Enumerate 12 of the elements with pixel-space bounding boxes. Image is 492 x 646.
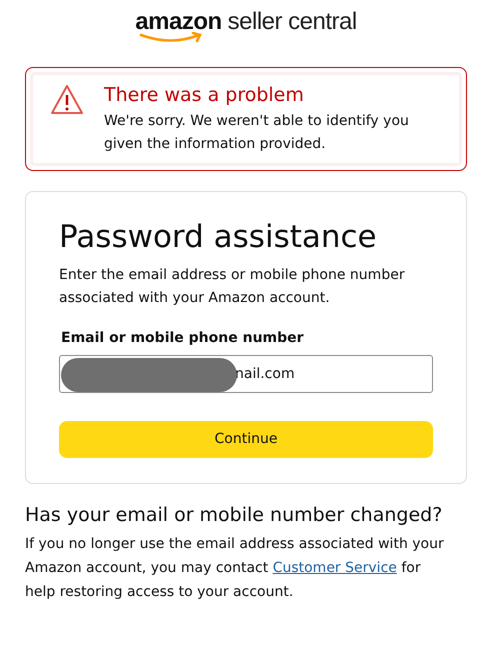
card-description: Enter the email address or mobile phone number associated with your Amazon account. xyxy=(59,266,406,308)
field-label: Email or mobile phone number xyxy=(61,329,305,348)
alert-message: We're sorry. We weren't able to identify you given the information provided. xyxy=(104,112,410,154)
help-text: If you no longer use the email address associated with your Amazon account, you may contact Customer Service for help restoring access to your account. xyxy=(25,535,445,602)
logo-brand: amazon xyxy=(135,8,222,36)
warning-icon xyxy=(50,84,84,116)
customer-service-link[interactable]: Customer Service xyxy=(272,560,397,576)
alert-title: There was a problem xyxy=(104,83,305,108)
card-title: Password assistance xyxy=(59,218,378,256)
help-heading: Has your email or mobile number changed? xyxy=(25,503,444,528)
logo-product: seller central xyxy=(228,8,357,36)
continue-button[interactable]: Continue xyxy=(59,421,433,458)
